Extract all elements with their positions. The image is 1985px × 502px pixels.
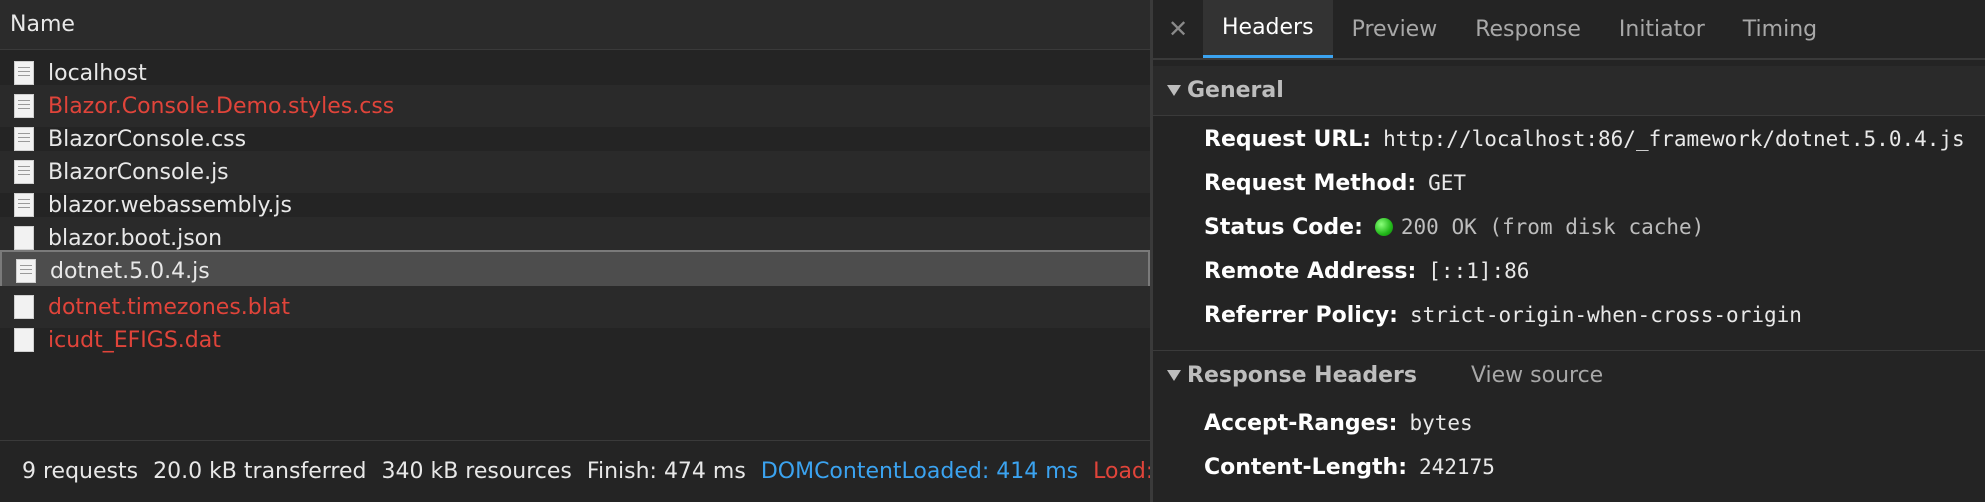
- name-column-header[interactable]: Name: [0, 0, 1150, 50]
- blank-file-icon: [14, 295, 34, 319]
- tab-label: Initiator: [1618, 16, 1705, 42]
- general-section-header[interactable]: General: [1153, 66, 1985, 116]
- request-method-row: Request Method: GET: [1204, 163, 1466, 203]
- request-name: blazor.boot.json: [48, 225, 223, 251]
- name-column-label: Name: [10, 12, 75, 37]
- blank-file-icon: [14, 226, 34, 250]
- tab-timing[interactable]: Timing: [1724, 0, 1836, 58]
- accept-ranges-row: Accept-Ranges: bytes: [1204, 403, 1473, 443]
- finish-time: Finish: 474 ms: [586, 459, 746, 484]
- request-name: dotnet.timezones.blat: [48, 294, 290, 320]
- request-count: 9 requests: [22, 459, 139, 484]
- request-name: localhost: [48, 60, 147, 86]
- content-length-label: Content-Length:: [1204, 454, 1407, 480]
- request-row[interactable]: icudt_EFIGS.dat: [0, 319, 1150, 361]
- status-code-value: 200 OK (from disk cache): [1400, 215, 1705, 239]
- close-icon[interactable]: ✕: [1153, 15, 1203, 43]
- remote-address-value: [::1]:86: [1428, 259, 1530, 283]
- tab-label: Response: [1475, 16, 1581, 42]
- view-source-link[interactable]: View source: [1471, 363, 1603, 388]
- request-name: Blazor.Console.Demo.styles.css: [48, 93, 395, 119]
- status-code-row: Status Code: 200 OK (from disk cache): [1204, 207, 1704, 247]
- load-time: Load: 420 ms: [1093, 459, 1150, 484]
- tab-headers[interactable]: Headers: [1203, 0, 1333, 58]
- response-headers-section-header[interactable]: Response Headers View source: [1153, 350, 1985, 400]
- document-icon: [14, 61, 34, 85]
- request-list-pane: Name localhost Blazor.Console.Demo.style…: [0, 0, 1150, 502]
- referrer-policy-row: Referrer Policy: strict-origin-when-cros…: [1204, 295, 1802, 335]
- transferred-size: 20.0 kB transferred: [153, 459, 367, 484]
- request-url-value: http://localhost:86/_framework/dotnet.5.…: [1383, 127, 1965, 151]
- referrer-policy-value: strict-origin-when-cross-origin: [1409, 303, 1802, 327]
- tab-preview[interactable]: Preview: [1333, 0, 1457, 58]
- document-icon: [14, 193, 34, 217]
- document-icon: [16, 259, 36, 283]
- general-section-title: General: [1187, 78, 1284, 103]
- resources-size: 340 kB resources: [381, 459, 572, 484]
- dom-content-loaded-time: DOMContentLoaded: 414 ms: [760, 459, 1079, 484]
- content-length-row: Content-Length: 242175: [1204, 447, 1495, 487]
- tab-label: Preview: [1351, 16, 1438, 42]
- request-name: BlazorConsole.css: [48, 126, 247, 152]
- remote-address-row: Remote Address: [::1]:86: [1204, 251, 1529, 291]
- tab-label: Headers: [1222, 15, 1314, 40]
- request-name: blazor.webassembly.js: [48, 192, 292, 218]
- content-length-value: 242175: [1419, 455, 1495, 479]
- expand-triangle-icon: [1167, 370, 1181, 381]
- request-name: dotnet.5.0.4.js: [50, 258, 210, 284]
- accept-ranges-value: bytes: [1409, 411, 1473, 435]
- document-icon: [14, 94, 34, 118]
- document-icon: [14, 127, 34, 151]
- expand-triangle-icon: [1167, 85, 1181, 96]
- details-tabbar: ✕ Headers Preview Response Initiator Tim…: [1153, 0, 1985, 60]
- response-headers-title: Response Headers: [1187, 363, 1417, 388]
- status-code-label: Status Code:: [1204, 214, 1363, 240]
- request-url-row: Request URL: http://localhost:86/_framew…: [1204, 119, 1965, 159]
- request-details-pane: ✕ Headers Preview Response Initiator Tim…: [1153, 0, 1985, 502]
- document-icon: [14, 160, 34, 184]
- accept-ranges-label: Accept-Ranges:: [1204, 410, 1398, 436]
- network-summary-bar: 9 requests 20.0 kB transferred 340 kB re…: [0, 440, 1150, 502]
- tab-label: Timing: [1742, 16, 1818, 42]
- request-url-label: Request URL:: [1204, 126, 1372, 152]
- blank-file-icon: [14, 328, 34, 352]
- request-method-value: GET: [1428, 171, 1467, 195]
- tab-response[interactable]: Response: [1456, 0, 1600, 58]
- tab-initiator[interactable]: Initiator: [1600, 0, 1724, 58]
- request-name: BlazorConsole.js: [48, 159, 229, 185]
- remote-address-label: Remote Address:: [1204, 258, 1417, 284]
- status-ok-dot-icon: [1374, 218, 1393, 236]
- request-method-label: Request Method:: [1204, 170, 1417, 196]
- request-name: icudt_EFIGS.dat: [48, 327, 221, 353]
- referrer-policy-label: Referrer Policy:: [1204, 302, 1398, 328]
